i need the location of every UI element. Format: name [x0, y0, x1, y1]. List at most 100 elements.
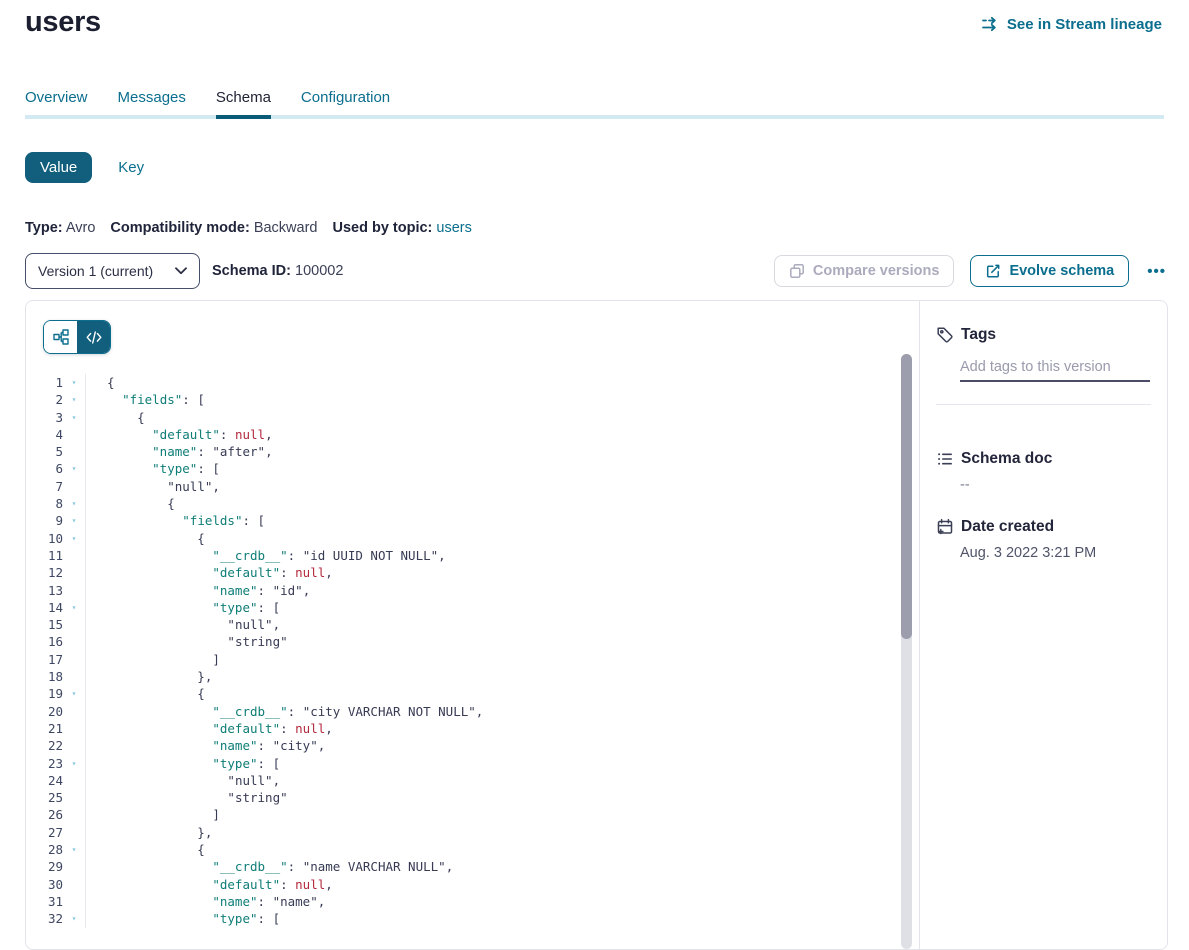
code-text: { [85, 374, 115, 391]
gutter-spacer [63, 737, 85, 754]
code-line: 10▾ { [26, 530, 919, 547]
gutter-spacer [63, 443, 85, 460]
collapse-toggle-icon[interactable]: ▾ [63, 391, 85, 408]
line-number: 4 [26, 426, 63, 443]
compare-versions-button[interactable]: Compare versions [774, 255, 955, 287]
collapse-toggle-icon[interactable]: ▾ [63, 755, 85, 772]
collapse-toggle-icon[interactable]: ▾ [63, 374, 85, 391]
collapse-toggle-icon[interactable]: ▾ [63, 841, 85, 858]
line-number: 23 [26, 755, 63, 772]
tree-view-button[interactable] [44, 321, 77, 353]
collapse-toggle-icon[interactable]: ▾ [63, 512, 85, 529]
code-text: { [85, 841, 205, 858]
schema-doc-value: -- [960, 477, 970, 493]
code-line: 13 "name": "id", [26, 582, 919, 599]
line-number: 31 [26, 893, 63, 910]
evolve-schema-icon [985, 263, 1001, 279]
collapse-toggle-icon[interactable]: ▾ [63, 910, 85, 927]
gutter-spacer [63, 547, 85, 564]
list-icon [936, 450, 954, 468]
tab-messages[interactable]: Messages [118, 89, 186, 119]
code-text: "type": [ [85, 910, 280, 927]
line-number: 26 [26, 806, 63, 823]
sidebar-divider [936, 404, 1151, 405]
tab-track [25, 115, 1164, 119]
line-number: 21 [26, 720, 63, 737]
code-text: ] [85, 651, 220, 668]
code-text: "fields": [ [85, 391, 205, 408]
collapse-toggle-icon[interactable]: ▾ [63, 530, 85, 547]
code-line: 23▾ "type": [ [26, 755, 919, 772]
line-number: 18 [26, 668, 63, 685]
code-line: 27 }, [26, 824, 919, 841]
key-segment-link[interactable]: Key [118, 159, 144, 176]
scrollbar-thumb[interactable] [901, 354, 912, 639]
compatibility-label: Compatibility mode: [110, 220, 249, 236]
more-actions-button[interactable]: ••• [1145, 261, 1168, 282]
code-text: "null", [85, 616, 280, 633]
line-number: 32 [26, 910, 63, 927]
topic-link[interactable]: users [436, 220, 471, 236]
code-text: "__crdb__": "city VARCHAR NOT NULL", [85, 703, 483, 720]
gutter-spacer [63, 668, 85, 685]
tag-icon [936, 326, 954, 344]
code-line: 7 "null", [26, 478, 919, 495]
tags-section-heading: Tags [936, 326, 996, 344]
line-number: 11 [26, 547, 63, 564]
line-number: 6 [26, 460, 63, 477]
line-number: 15 [26, 616, 63, 633]
tab-configuration[interactable]: Configuration [301, 89, 390, 119]
code-line: 8▾ { [26, 495, 919, 512]
collapse-toggle-icon[interactable]: ▾ [63, 460, 85, 477]
code-line: 28▾ { [26, 841, 919, 858]
tags-input[interactable] [960, 354, 1150, 382]
code-text: "type": [ [85, 460, 220, 477]
code-line: 22 "name": "city", [26, 737, 919, 754]
date-created-value: Aug. 3 2022 3:21 PM [960, 545, 1096, 561]
gutter-spacer [63, 616, 85, 633]
line-number: 24 [26, 772, 63, 789]
evolve-schema-button[interactable]: Evolve schema [970, 255, 1129, 287]
code-text: "null", [85, 478, 220, 495]
schema-card: 1▾{2▾ "fields": [3▾ {4 "default": null,5… [25, 300, 1168, 950]
date-created-heading-label: Date created [961, 518, 1054, 536]
page-title: users [25, 6, 101, 39]
tab-overview[interactable]: Overview [25, 89, 88, 119]
code-line: 30 "default": null, [26, 876, 919, 893]
compatibility-value: Backward [254, 220, 318, 236]
code-text: "name": "id", [85, 582, 310, 599]
collapse-toggle-icon[interactable]: ▾ [63, 599, 85, 616]
code-line: 17 ] [26, 651, 919, 668]
line-number: 10 [26, 530, 63, 547]
code-line: 18 }, [26, 668, 919, 685]
value-segment-button[interactable]: Value [25, 152, 92, 183]
code-line: 6▾ "type": [ [26, 460, 919, 477]
line-number: 28 [26, 841, 63, 858]
collapse-toggle-icon[interactable]: ▾ [63, 685, 85, 702]
tab-schema[interactable]: Schema [216, 89, 271, 119]
code-line: 15 "null", [26, 616, 919, 633]
view-mode-toggle [43, 320, 111, 354]
collapse-toggle-icon[interactable]: ▾ [63, 409, 85, 426]
line-number: 1 [26, 374, 63, 391]
gutter-spacer [63, 651, 85, 668]
code-line: 5 "name": "after", [26, 443, 919, 460]
code-line: 25 "string" [26, 789, 919, 806]
line-number: 29 [26, 858, 63, 875]
line-number: 8 [26, 495, 63, 512]
schema-doc-section-heading: Schema doc [936, 450, 1052, 468]
calendar-add-icon [936, 518, 954, 536]
collapse-toggle-icon[interactable]: ▾ [63, 495, 85, 512]
code-text: "__crdb__": "id UUID NOT NULL", [85, 547, 446, 564]
line-number: 25 [26, 789, 63, 806]
code-view-button[interactable] [77, 321, 110, 353]
code-line: 2▾ "fields": [ [26, 391, 919, 408]
scrollbar-track[interactable] [901, 354, 912, 949]
line-number: 14 [26, 599, 63, 616]
code-line: 14▾ "type": [ [26, 599, 919, 616]
line-number: 7 [26, 478, 63, 495]
version-select[interactable]: Version 1 (current) [25, 253, 200, 289]
line-number: 5 [26, 443, 63, 460]
schema-sidebar: Tags Schema doc -- Date created Aug. 3 2… [920, 301, 1167, 949]
stream-lineage-link[interactable]: See in Stream lineage [981, 15, 1162, 33]
